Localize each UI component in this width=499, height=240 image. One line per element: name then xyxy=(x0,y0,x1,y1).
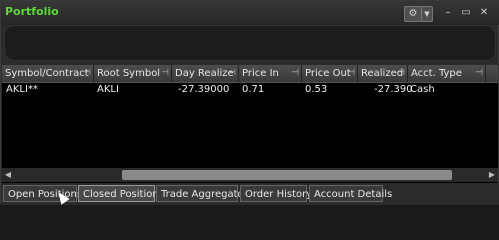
grid-header: Symbol/Contract ⊣ Root Symbol ⊣ Day Realiz… xyxy=(2,65,498,83)
pin-icon[interactable]: ⊣ xyxy=(475,65,483,82)
cell-acct-type: Cash xyxy=(410,84,435,95)
scroll-left-icon[interactable]: ◀ xyxy=(2,168,14,182)
column-label: Day Realize xyxy=(175,68,234,79)
tab-order-history[interactable]: Order History xyxy=(240,185,312,202)
column-header-price-in[interactable]: Price In ⊣ xyxy=(239,65,302,82)
chevron-down-icon[interactable]: ▼ xyxy=(421,6,433,22)
close-button[interactable]: ✕ xyxy=(477,6,491,20)
title-bar[interactable]: Portfolio ⚙ ▼ – ▭ ✕ xyxy=(1,1,499,25)
column-label: Price In xyxy=(242,68,279,79)
cell-price-in: 0.71 xyxy=(242,84,265,95)
column-header-symbol[interactable]: Symbol/Contract ⊣ xyxy=(2,65,94,82)
column-header-root-symbol[interactable]: Root Symbol ⊣ xyxy=(94,65,172,82)
cell-price-out: 0.53 xyxy=(305,84,328,95)
pin-icon[interactable]: ⊣ xyxy=(228,65,236,82)
tab-account-details[interactable]: Account Details xyxy=(309,185,392,202)
positions-grid: Symbol/Contract ⊣ Root Symbol ⊣ Day Realiz… xyxy=(2,65,498,183)
pin-icon[interactable]: ⊣ xyxy=(161,65,169,82)
column-header-day-realize[interactable]: Day Realize ⊣ xyxy=(172,65,239,82)
column-label: Symbol/Contract xyxy=(5,68,89,79)
tab-trade-aggregator[interactable]: Trade Aggregator xyxy=(156,185,248,202)
cell-day-realize: -27.39000 xyxy=(178,84,230,95)
column-label: Price Out xyxy=(305,68,351,79)
pin-icon[interactable]: ⊣ xyxy=(347,65,355,82)
column-label: Acct. Type xyxy=(411,68,462,79)
column-header-price-out[interactable]: Price Out ⊣ xyxy=(302,65,358,82)
pin-icon[interactable]: ⊣ xyxy=(397,65,405,82)
column-header-acct-type[interactable]: Acct. Type ⊣ xyxy=(408,65,486,82)
cell-root-symbol: AKLI xyxy=(97,84,119,95)
scrollbar-thumb[interactable] xyxy=(122,170,452,180)
column-header-realized[interactable]: Realized ⊣ xyxy=(358,65,408,82)
minimize-button[interactable]: – xyxy=(441,6,455,20)
tab-closed-positions[interactable]: Closed Positions xyxy=(78,185,164,202)
pin-icon[interactable]: ⊣ xyxy=(83,65,91,82)
cell-symbol: AKLI** xyxy=(6,84,38,95)
portfolio-window: Portfolio ⚙ ▼ – ▭ ✕ Symbol/Contract ⊣ Roo… xyxy=(0,0,499,205)
column-label: Root Symbol xyxy=(97,68,161,79)
cell-realized: -27.390 xyxy=(374,84,413,95)
pin-icon[interactable]: ⊣ xyxy=(291,65,299,82)
scroll-right-icon[interactable]: ▶ xyxy=(486,168,498,182)
restore-button[interactable]: ▭ xyxy=(459,6,473,20)
toolbar-area xyxy=(4,25,496,61)
window-title: Portfolio xyxy=(5,5,59,18)
tab-bar: Open Positions Closed Positions Trade Ag… xyxy=(1,184,499,205)
gear-icon[interactable]: ⚙ xyxy=(404,6,422,22)
horizontal-scrollbar[interactable]: ◀ ▶ xyxy=(2,168,498,182)
table-row[interactable]: AKLI** AKLI -27.39000 0.71 0.53 -27.390 … xyxy=(2,82,498,97)
